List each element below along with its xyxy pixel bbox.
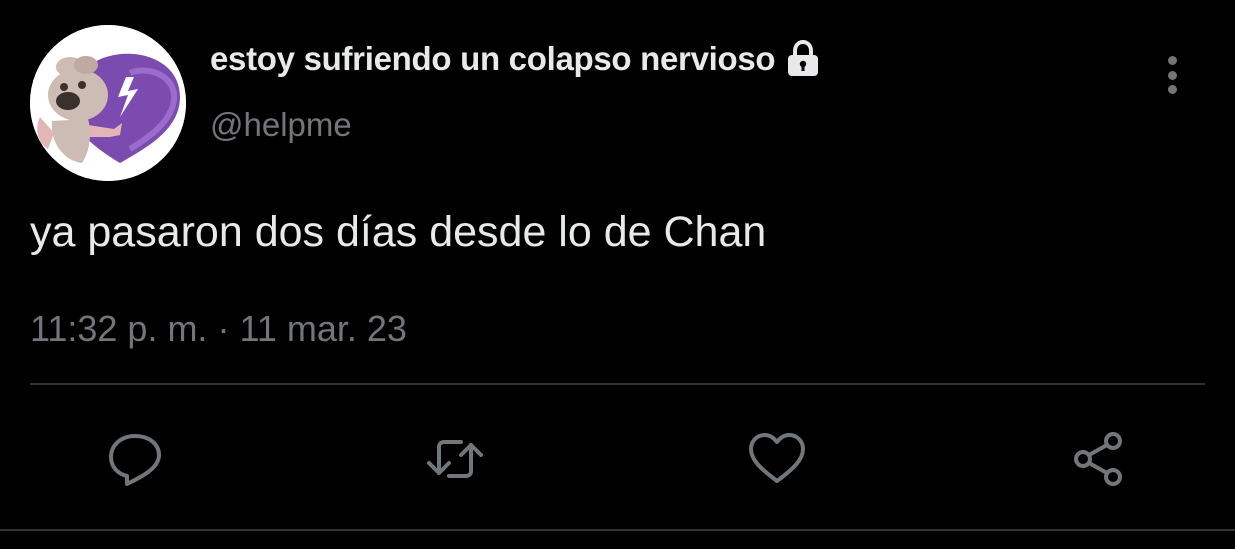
display-name[interactable]: estoy sufriendo un colapso nervioso [210,40,821,78]
like-button[interactable] [746,428,808,490]
reply-button[interactable] [104,428,166,490]
tweet-text: ya pasaron dos días desde lo de Chan [30,208,767,256]
share-button[interactable] [1068,428,1130,490]
tweet-timestamp[interactable]: 11:32 p. m. · 11 mar. 23 [30,308,407,350]
tweet-card: estoy sufriendo un colapso nervioso @hel… [0,0,1235,549]
retweet-icon [427,440,483,478]
share-icon [1074,432,1122,486]
more-dot-icon [1167,70,1177,80]
reply-icon [109,434,161,486]
more-options-button[interactable] [1150,50,1194,100]
heart-icon [749,433,805,483]
user-handle[interactable]: @helpme [210,106,352,144]
tweet-date: 11 mar. 23 [239,308,407,349]
lock-icon [788,40,819,76]
tweet-time: 11:32 p. m. [30,308,208,349]
avatar-image [30,25,186,181]
more-dot-icon [1167,85,1177,94]
meta-separator: · [217,308,230,349]
display-name-text: estoy sufriendo un colapso nervioso [210,40,776,77]
retweet-button[interactable] [424,428,486,490]
more-dot-icon [1167,56,1177,65]
bottom-divider [0,529,1235,531]
divider [30,383,1205,385]
avatar[interactable] [30,25,186,181]
